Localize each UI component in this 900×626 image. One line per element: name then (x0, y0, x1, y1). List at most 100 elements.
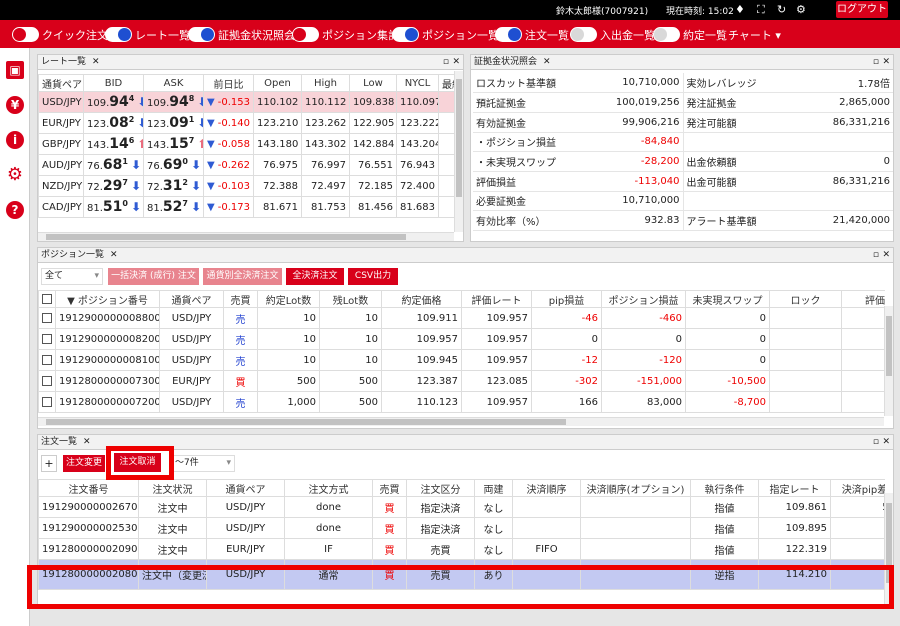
lock-cell[interactable] (769, 391, 842, 413)
close-icon[interactable]: ✕ (882, 55, 890, 69)
rate-row[interactable]: EUR/JPY123.082 ⬇123.091 ⬇▼-0.140123.2101… (38, 112, 457, 134)
column-header[interactable]: 注文区分 (406, 479, 475, 497)
toggle-margin-status[interactable]: 証拠金状況照会 (188, 26, 295, 43)
logout-button[interactable]: ログアウト (836, 1, 888, 18)
toggle-switch-icon[interactable] (392, 27, 419, 42)
scrollbar[interactable] (884, 306, 893, 416)
help-icon[interactable]: ? (6, 201, 24, 219)
window-icon[interactable]: ▫ (873, 55, 879, 69)
scrollbar[interactable] (38, 232, 454, 241)
toggle-switch-icon[interactable] (292, 27, 319, 42)
scrollbar[interactable] (454, 71, 463, 232)
toggle-deposit-list[interactable]: 入出金一覧 (570, 26, 655, 43)
close-icon[interactable]: ✕ (882, 435, 890, 449)
add-order-button[interactable]: + (41, 455, 57, 472)
column-header[interactable]: 約定Lot数 (257, 290, 320, 308)
bid-cell[interactable]: 109.944 ⬇ (83, 91, 144, 113)
gear-icon[interactable]: ⚙ (796, 3, 806, 16)
column-header[interactable]: 通貨ペア (38, 74, 84, 92)
bell-icon[interactable]: ♦ (735, 3, 745, 16)
toggle-position-summary[interactable]: ポジション集計 (292, 26, 399, 43)
window-icon[interactable]: ▫ (443, 55, 449, 69)
bulk-settle-button[interactable]: 一括決済 (成行) 注文 (108, 268, 199, 285)
row-checkbox[interactable] (38, 391, 56, 413)
toggle-position-list[interactable]: ポジション一覧 (392, 26, 499, 43)
position-row[interactable]: 1912900000008800 USD/JPY 売 10 10 109.911 109.9… (38, 307, 885, 329)
count-select[interactable]: ～7件 ▾ (171, 455, 235, 472)
column-header[interactable]: BID (83, 74, 144, 92)
lock-cell[interactable] (769, 328, 842, 350)
currency-settle-button[interactable]: 通貨別全決済注文 (203, 268, 282, 285)
column-header[interactable]: 売買 (372, 479, 407, 497)
toggle-execution-list[interactable]: 約定一覧 (653, 26, 727, 43)
column-header[interactable]: ロック (769, 290, 842, 308)
column-header[interactable]: 注文状況 (138, 479, 207, 497)
ask-cell[interactable]: 109.948 ⬇ (143, 91, 204, 113)
ask-cell[interactable]: 72.312 ⬇ (143, 175, 204, 197)
column-header[interactable]: NYCL (396, 74, 439, 92)
ask-cell[interactable]: 123.091 ⬇ (143, 112, 204, 134)
toggle-switch-icon[interactable] (570, 27, 597, 42)
row-checkbox[interactable] (38, 307, 56, 329)
lock-cell[interactable] (769, 349, 842, 371)
ask-cell[interactable]: 81.527 ⬇ (143, 196, 204, 218)
lock-cell[interactable] (769, 370, 842, 392)
column-header[interactable]: 注文番号 (38, 479, 139, 497)
column-header[interactable]: 執行条件 (690, 479, 759, 497)
fullscreen-icon[interactable]: ⛶ (757, 3, 765, 17)
toggle-switch-icon[interactable] (105, 27, 132, 42)
toggle-order-list[interactable]: 注文一覧 (495, 26, 569, 43)
close-icon[interactable]: ✕ (452, 55, 460, 69)
toggle-rate-list[interactable]: レート一覧 (105, 26, 190, 43)
row-checkbox[interactable] (38, 328, 56, 350)
column-header[interactable]: Open (253, 74, 302, 92)
lock-cell[interactable] (769, 307, 842, 329)
window-icon[interactable]: ▫ (873, 435, 879, 449)
column-header[interactable]: 前日比 (203, 74, 254, 92)
row-checkbox[interactable] (38, 370, 56, 392)
yen-icon[interactable]: ¥ (6, 96, 24, 114)
bid-cell[interactable]: 81.510 ⬇ (83, 196, 144, 218)
settle-all-button[interactable]: 全決済注文 (286, 268, 344, 285)
toggle-quick-order[interactable]: クイック注文 (12, 26, 108, 43)
filter-select[interactable]: 全て ▾ (41, 268, 103, 285)
column-header[interactable]: Low (349, 74, 397, 92)
order-row[interactable]: 1912900000026700 注文中 USD/JPY done 買指定決済 なし 指値 1… (38, 496, 885, 518)
rate-row[interactable]: GBP/JPY143.146 ⬆143.157 ⬆▼-0.058143.1801… (38, 133, 457, 155)
scrollbar[interactable] (38, 417, 884, 426)
column-header[interactable]: 残Lot数 (319, 290, 382, 308)
position-row[interactable]: 1912900000008100 USD/JPY 売 10 10 109.945 109.9… (38, 349, 885, 371)
column-header[interactable]: 未実現スワップ (685, 290, 770, 308)
column-header[interactable]: 決済pip差 (830, 479, 885, 497)
column-header[interactable]: 通貨ペア (159, 290, 224, 308)
order-row[interactable]: 1912900000025300 注文中 USD/JPY done 買指定決済 なし 指値 1… (38, 517, 885, 539)
bid-cell[interactable]: 143.146 ⬆ (83, 133, 144, 155)
column-header[interactable]: 注文方式 (284, 479, 373, 497)
toggle-switch-icon[interactable] (188, 27, 215, 42)
close-icon[interactable]: ✕ (110, 250, 118, 260)
bid-cell[interactable]: 72.297 ⬇ (83, 175, 144, 197)
info-icon[interactable]: i (6, 131, 24, 149)
refresh-icon[interactable]: ↻ (777, 3, 786, 16)
column-header[interactable]: ASK (143, 74, 204, 92)
column-header[interactable]: 決済順序(オプション) (580, 479, 691, 497)
close-icon[interactable]: ✕ (543, 57, 551, 67)
column-header[interactable]: 通貨ペア (206, 479, 285, 497)
row-checkbox[interactable] (38, 349, 56, 371)
chart-menu[interactable]: チャート ▾ (728, 27, 781, 43)
rate-row[interactable]: CAD/JPY 81.510 ⬇ 81.527 ⬇ ▼ -0.173 81.671 81.7… (38, 196, 457, 218)
column-header[interactable]: pip損益 (531, 290, 602, 308)
position-row[interactable]: 1912800000007300 EUR/JPY 買 500 500 123.387 123… (38, 370, 885, 392)
close-icon[interactable]: ✕ (92, 57, 100, 67)
rate-row[interactable]: USD/JPY109.944 ⬇109.948 ⬇▼-0.153110.1021… (38, 91, 457, 113)
column-header[interactable]: 指定レート (758, 479, 831, 497)
select-all-checkbox[interactable] (38, 290, 56, 308)
toggle-switch-icon[interactable] (495, 27, 522, 42)
column-header[interactable]: 評価損 (841, 290, 885, 308)
close-icon[interactable]: ✕ (83, 437, 91, 447)
column-header[interactable]: ▼ ポジション番号 (55, 290, 160, 308)
gear-icon[interactable]: ⚙ (6, 166, 24, 184)
window-icon[interactable]: ▫ (873, 248, 879, 262)
toggle-switch-icon[interactable] (12, 27, 39, 42)
column-header[interactable]: 評価レート (461, 290, 532, 308)
